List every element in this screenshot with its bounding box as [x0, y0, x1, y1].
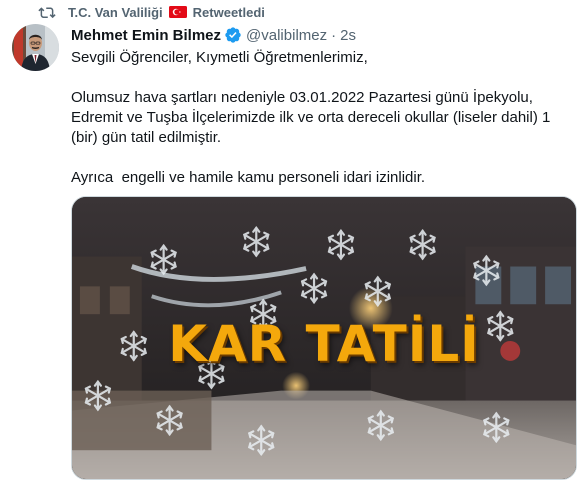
turkey-flag-icon	[168, 6, 187, 18]
kar-tatili-overlay-text: KAR TATİLİ	[168, 315, 480, 373]
verified-badge-icon	[224, 26, 242, 44]
author-display-name[interactable]: Mehmet Emin Bilmez	[71, 27, 221, 44]
retweet-icon	[38, 4, 56, 20]
tweet-body: Sevgili Öğrenciler, Kıymetli Öğretmenler…	[71, 48, 581, 188]
tweet-paragraph-note: Ayrıca engelli ve hamile kamu personeli …	[71, 169, 426, 186]
retweeted-label: Retweetledi	[192, 4, 265, 20]
separator-dot: ·	[331, 26, 337, 44]
tweet-paragraph-greeting: Sevgili Öğrenciler, Kıymetli Öğretmenler…	[71, 49, 368, 66]
tweet-timestamp[interactable]: 2s	[340, 27, 356, 44]
retweet-context: T.C. Van Valiliği Retweetledi	[38, 2, 265, 22]
tweet-paragraph-announcement: Olumsuz hava şartları nedeniyle 03.01.20…	[71, 89, 551, 146]
tweet-media-image[interactable]: KAR TATİLİ	[71, 196, 577, 480]
author-avatar[interactable]	[12, 24, 59, 71]
retweeter-name[interactable]: T.C. Van Valiliği	[68, 5, 163, 20]
author-handle[interactable]: @valibilmez	[246, 27, 327, 44]
tweet-header: Mehmet Emin Bilmez @valibilmez · 2s	[71, 24, 356, 46]
